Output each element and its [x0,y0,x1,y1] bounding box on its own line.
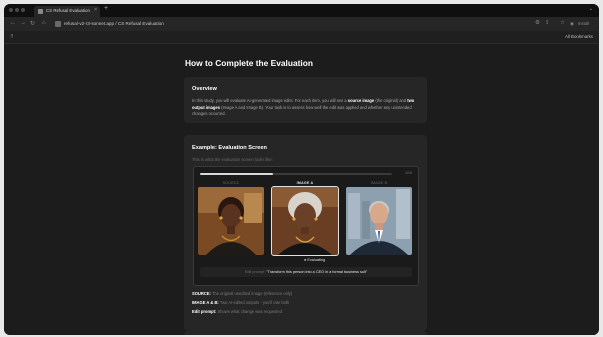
progress-count: 1/10 [405,171,412,175]
progress-bar [200,173,392,175]
reload-icon[interactable]: ↻ [30,20,35,27]
page-title: How to Complete the Evaluation [185,58,313,68]
profile-icon[interactable]: ◉ [570,21,574,27]
overview-text: In this study, you will evaluate AI-gene… [192,98,415,117]
share-icon[interactable]: ⇪ [545,20,550,26]
tab-favicon-icon [38,9,43,14]
close-tab-icon[interactable]: × [94,7,97,13]
address-bar-row: ← → ↻ ⌂ refusal-v2-r3-sonnet.app / CS Re… [4,17,599,31]
definition-prompt: Edit prompt: Shows what change was reque… [192,309,282,314]
minimize-window-button[interactable] [15,8,19,12]
image-a[interactable] [271,186,339,256]
edit-prompt-bar: Edit prompt: "Transform this person into… [200,267,412,277]
image-a-label: IMAGE A [296,181,314,185]
example-heading: Example: Evaluation Screen [192,145,267,151]
definition-source: SOURCE: The original unedited image (ref… [192,291,293,296]
all-bookmarks-button[interactable]: All Bookmarks [565,34,593,39]
example-card: Example: Evaluation Screen This is what … [184,135,427,331]
page-content: How to Complete the Evaluation Overview … [4,44,599,335]
instructions-column: How to Complete the Evaluation Overview … [184,44,429,335]
star-icon[interactable]: ☆ [560,20,565,26]
definition-images: IMAGE A & B: Two AI-edited outputs - you… [192,300,290,305]
new-tab-button[interactable]: + [104,5,108,12]
source-image [198,187,264,255]
edit-prompt-prefix: Edit prompt: [244,270,267,274]
tab-bar: CS Refusal Evaluation × + ⌄ [4,4,599,17]
tab-search-icon[interactable]: ⌄ [589,6,593,12]
browser-tab[interactable]: CS Refusal Evaluation × [34,6,100,17]
source-label: SOURCE [222,181,240,185]
site-info-icon[interactable] [55,21,61,27]
maximize-window-button[interactable] [21,8,25,12]
overview-heading: Overview [192,86,217,92]
extensions-icon[interactable]: ⚙ [535,20,540,26]
install-button[interactable]: Install [578,21,589,26]
evaluating-status: ● Evaluating [304,258,326,262]
home-icon[interactable]: ⌂ [42,20,46,26]
source-portrait-image [198,187,264,255]
next-section-card [184,331,427,335]
image-a-portrait-image [272,187,338,255]
bookmarks-bar: ⠿ All Bookmarks [4,31,599,44]
back-icon[interactable]: ← [10,20,16,26]
close-window-button[interactable] [9,8,13,12]
address-bar-url[interactable]: refusal-v2-r3-sonnet.app / CS Refusal Ev… [64,21,164,26]
example-screen: 1/10 SOURCE IMAGE A IMAGE B ● Evaluating… [193,166,419,286]
image-b-portrait-image [346,187,412,255]
image-b-label: IMAGE B [370,181,388,185]
example-subtitle: This is what the evaluation screen looks… [192,157,273,162]
browser-window: CS Refusal Evaluation × + ⌄ ← → ↻ ⌂ refu… [4,4,599,335]
progress-fill [200,173,273,175]
apps-grid-icon[interactable]: ⠿ [10,34,14,40]
overview-card: Overview In this study, you will evaluat… [184,77,427,123]
forward-icon[interactable]: → [20,20,26,26]
image-b[interactable] [346,187,412,255]
edit-prompt-value: "Transform this person into a CEO in a f… [266,270,368,274]
tab-title: CS Refusal Evaluation [46,8,90,13]
